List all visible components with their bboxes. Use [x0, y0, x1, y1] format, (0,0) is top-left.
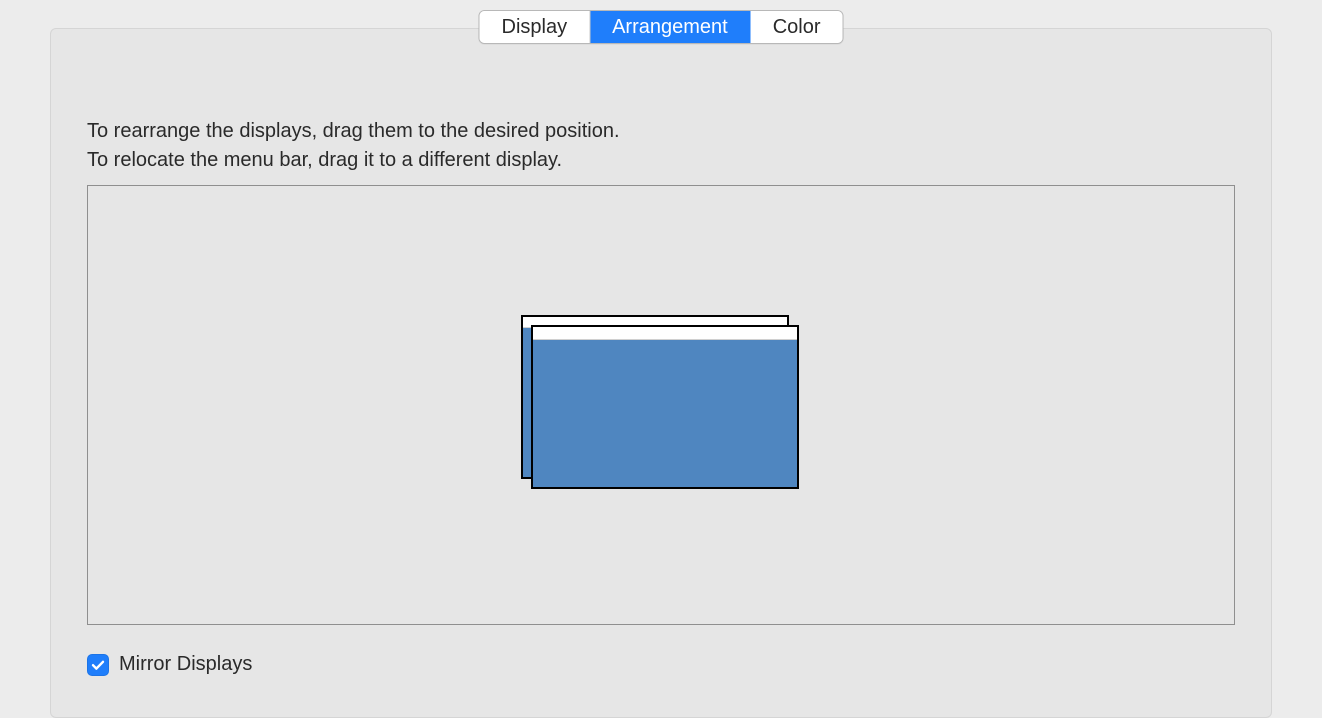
tab-arrangement[interactable]: Arrangement: [590, 11, 751, 43]
arrangement-panel: To rearrange the displays, drag them to …: [50, 28, 1272, 718]
instruction-line-1: To rearrange the displays, drag them to …: [87, 117, 620, 146]
instruction-line-2: To relocate the menu bar, drag it to a d…: [87, 146, 620, 175]
mirror-displays-row: Mirror Displays: [87, 653, 252, 676]
tab-bar: Display Arrangement Color: [479, 10, 844, 44]
mirror-displays-label: Mirror Displays: [119, 653, 252, 676]
mirrored-displays-stack[interactable]: [521, 315, 801, 495]
display-front[interactable]: [531, 325, 799, 489]
menu-bar-front[interactable]: [533, 327, 797, 340]
mirror-displays-checkbox[interactable]: [87, 654, 109, 676]
tab-color[interactable]: Color: [751, 11, 843, 43]
tab-display[interactable]: Display: [480, 11, 591, 43]
instructions-text: To rearrange the displays, drag them to …: [87, 117, 620, 175]
checkmark-icon: [90, 657, 106, 673]
display-arrangement-area[interactable]: [87, 185, 1235, 625]
